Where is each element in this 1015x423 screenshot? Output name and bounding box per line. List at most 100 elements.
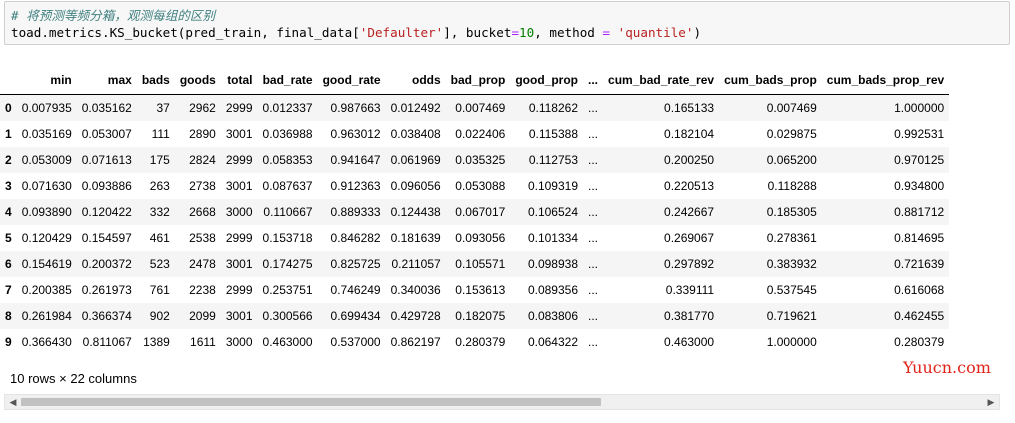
column-header: odds — [385, 66, 446, 95]
code-mid: ], bucket — [443, 25, 512, 40]
column-header — [0, 66, 17, 95]
table-cell: 0.881712 — [894, 205, 945, 219]
table-cell: 3001 — [225, 179, 253, 193]
table-cell: 0.463000 — [262, 335, 313, 349]
table-cell: 0.153613 — [455, 283, 506, 297]
column-header: goods — [174, 66, 221, 95]
table-cell: 902 — [149, 309, 170, 323]
table-cell: 0.339111 — [665, 283, 715, 297]
table-cell: 0.118262 — [528, 101, 578, 115]
table-cell: 0.118288 — [767, 179, 817, 193]
table-cell: 332 — [149, 205, 170, 219]
table-cell: 0.846282 — [330, 231, 381, 245]
table-cell: 0.261973 — [81, 283, 132, 297]
table-cell: 0.278361 — [766, 231, 817, 245]
table-cell: 0.101334 — [527, 231, 578, 245]
row-index: 4 — [5, 205, 12, 219]
row-index: 5 — [5, 231, 12, 245]
table-row: 2 0.053009 0.071613 175 2824 2999 0.058353 0.94… — [0, 147, 950, 173]
table-cell: 0.165133 — [664, 101, 715, 115]
table-body: 0 0.007935 0.035162 37 2962 2999 0.012337 0.987… — [0, 94, 950, 356]
table-cell: 2999 — [225, 231, 253, 245]
scroll-left-icon[interactable]: ◀ — [6, 395, 20, 409]
column-header: cum_bads_prop — [719, 66, 822, 95]
code-string-defaulter: 'Defaulter' — [359, 25, 444, 40]
table-cell: 0.022406 — [455, 127, 506, 141]
table-cell: 0.211057 — [391, 257, 441, 271]
table-cell: 0.366430 — [21, 335, 72, 349]
table-cell: 2538 — [189, 231, 216, 245]
table-row: 4 0.093890 0.120422 332 2668 3000 0.110667 0.88… — [0, 199, 950, 225]
scroll-right-icon[interactable]: ▶ — [984, 395, 998, 409]
column-header: max — [76, 66, 137, 95]
table-cell: 0.093886 — [81, 179, 132, 193]
table-cell: 0.071630 — [21, 179, 72, 193]
table-cell: 3001 — [225, 309, 253, 323]
table-cell: 0.934800 — [894, 179, 945, 193]
code-operator: = — [511, 25, 520, 40]
table-cell: 0.383932 — [766, 257, 817, 271]
table-cell: 0.096056 — [390, 179, 441, 193]
table-cell: 0.537000 — [330, 335, 381, 349]
table-cell: 0.200250 — [664, 153, 715, 167]
row-index: 6 — [5, 257, 12, 271]
code-editor[interactable]: # 将预测等频分箱，观测每组的区别 toad.metrics.KS_bucket… — [11, 7, 701, 41]
table-cell: 0.012492 — [390, 101, 441, 115]
table-cell: 0.699434 — [330, 309, 381, 323]
column-header: bad_rate — [257, 66, 318, 95]
row-index: 3 — [5, 179, 12, 193]
table-cell: 0.941647 — [330, 153, 381, 167]
table-cell: 0.280379 — [894, 335, 945, 349]
table-cell: ... — [588, 101, 599, 115]
table-cell: 2238 — [189, 283, 216, 297]
table-cell: 0.721639 — [894, 257, 945, 271]
table-cell: 2999 — [225, 283, 253, 297]
row-index: 7 — [5, 283, 12, 297]
row-index: 0 — [5, 101, 12, 115]
table-cell: 0.154619 — [21, 257, 72, 271]
table-cell: 523 — [149, 257, 170, 271]
table-cell: ... — [588, 257, 599, 271]
table-cell: 0.115388 — [528, 127, 578, 141]
table-cell: 0.058353 — [262, 153, 313, 167]
table-cell: 0.035325 — [455, 153, 506, 167]
table-cell: 0.064322 — [527, 335, 578, 349]
table-cell: 0.261984 — [21, 309, 72, 323]
table-cell: 3000 — [225, 205, 253, 219]
table-row: 1 0.035169 0.053007 111 2890 3001 0.036988 0.96… — [0, 121, 949, 147]
table-cell: 0.185305 — [766, 205, 817, 219]
table-cell: 0.200385 — [21, 283, 72, 297]
table-cell: 761 — [149, 283, 170, 297]
table-cell: ... — [588, 127, 599, 141]
table-cell: 111 — [151, 127, 170, 141]
table-cell: 2738 — [189, 179, 216, 193]
table-cell: ... — [588, 283, 599, 297]
scrollbar-thumb[interactable] — [21, 398, 601, 406]
table-cell: 0.814695 — [894, 231, 945, 245]
table-cell: 0.053007 — [81, 127, 132, 141]
table-cell: ... — [588, 231, 599, 245]
table-cell: 0.220513 — [664, 179, 715, 193]
table-cell: 0.053088 — [455, 179, 506, 193]
table-cell: ... — [588, 153, 599, 167]
table-cell: 3000 — [225, 335, 253, 349]
code-mid2: , method — [534, 25, 603, 40]
column-header: total — [220, 66, 258, 95]
column-header: cum_bad_rate_rev — [603, 66, 720, 95]
table-cell: 0.110667 — [263, 205, 313, 219]
table-cell: 0.181639 — [390, 231, 441, 245]
table-row: 5 0.120429 0.154597 461 2538 2999 0.153718 0.84… — [0, 225, 949, 251]
table-cell: 0.112753 — [528, 153, 578, 167]
code-cell-input[interactable]: # 将预测等频分箱，观测每组的区别 toad.metrics.KS_bucket… — [4, 1, 1010, 45]
table-cell: 0.462455 — [894, 309, 945, 323]
table-cell: 0.124438 — [390, 205, 441, 219]
horizontal-scrollbar[interactable]: ◀ ▶ — [4, 394, 1000, 410]
table-cell: 0.093056 — [455, 231, 506, 245]
table-cell: 2668 — [189, 205, 216, 219]
table-cell: 0.120429 — [21, 231, 72, 245]
table-cell: 0.719621 — [766, 309, 817, 323]
table-cell: 1611 — [190, 335, 216, 349]
code-suffix: ) — [693, 25, 702, 40]
table-cell: 0.061969 — [390, 153, 441, 167]
table-cell: 0.381770 — [664, 309, 715, 323]
